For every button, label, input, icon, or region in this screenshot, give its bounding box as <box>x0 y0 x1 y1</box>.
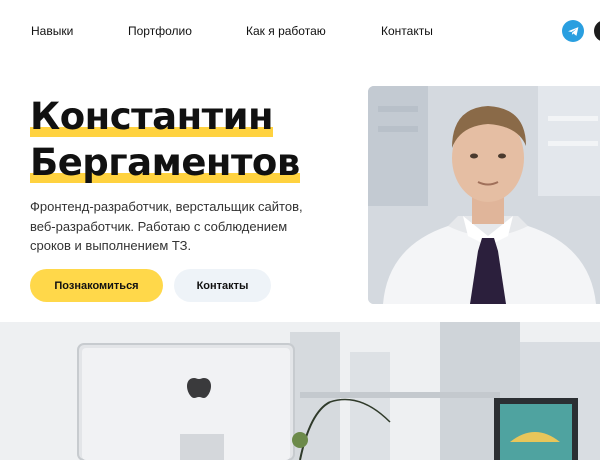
workspace-illustration <box>0 322 600 460</box>
hero-name-line1: Константин <box>30 95 274 138</box>
portrait-photo <box>368 86 600 304</box>
hero-name: Константин Бергаментов <box>30 94 300 186</box>
telegram-icon[interactable] <box>562 20 584 42</box>
nav-item-contacts[interactable]: Контакты <box>381 24 433 38</box>
nav-item-how-i-work[interactable]: Как я работаю <box>246 24 326 38</box>
nav-item-portfolio[interactable]: Портфолио <box>128 24 192 38</box>
telegram-plane-icon <box>567 26 578 36</box>
portrait-illustration <box>368 86 600 304</box>
hero-description: Фронтенд-разработчик, верстальщик сайтов… <box>30 199 303 253</box>
social-icon[interactable] <box>594 20 600 42</box>
contacts-button[interactable]: Контакты <box>174 269 271 302</box>
top-nav: Навыки Портфолио Как я работаю Контакты <box>0 0 600 62</box>
hero-name-line2: Бергаментов <box>30 141 300 184</box>
workspace-photo <box>0 322 600 460</box>
get-acquainted-button[interactable]: Познакомиться <box>30 269 163 302</box>
nav-item-skills[interactable]: Навыки <box>31 24 73 38</box>
